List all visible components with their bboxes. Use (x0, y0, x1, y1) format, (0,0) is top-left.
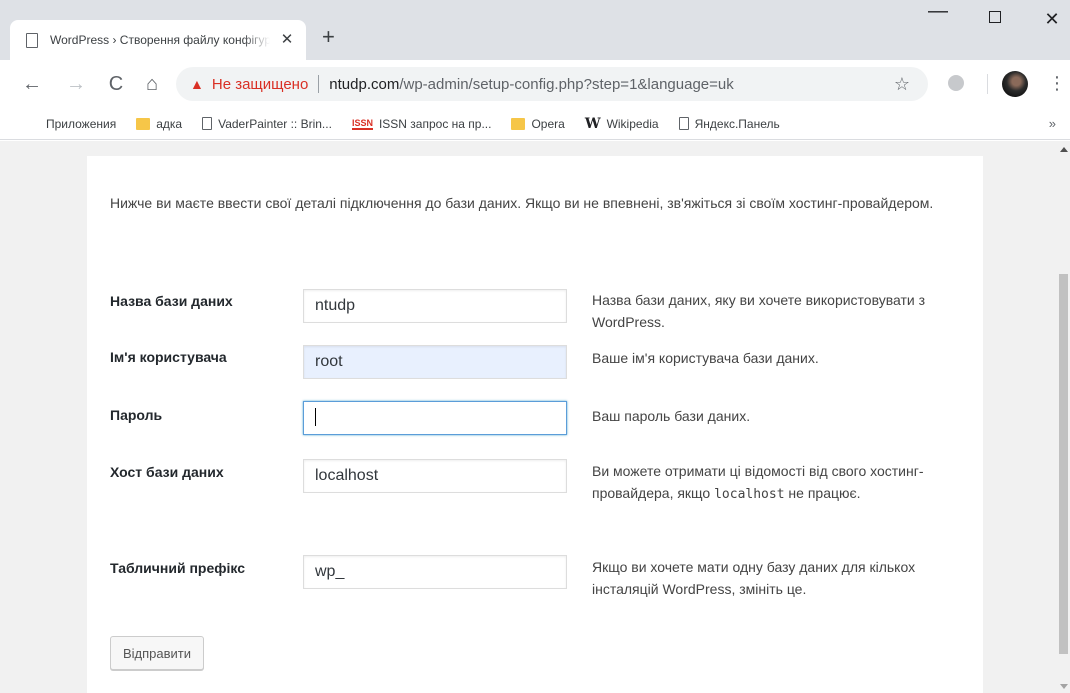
localhost-code: localhost (714, 487, 785, 502)
bookmark-apps[interactable]: Приложения (26, 117, 116, 131)
address-bar[interactable]: ▲ Не защищено ntudp.com/wp-admin/setup-c… (176, 67, 928, 101)
page-icon (202, 117, 213, 130)
intro-text: Нижче ви маєте ввести свої деталі підклю… (110, 195, 934, 211)
dbhost-help-text-end: не працює. (784, 485, 861, 501)
browser-titlebar: WordPress › Створення файлу конфігурації… (0, 0, 1070, 60)
bookmark-label: Wikipedia (606, 116, 659, 131)
dbname-label: Назва бази даних (110, 293, 233, 309)
maximize-icon (989, 11, 1001, 23)
home-icon[interactable]: ⌂ (140, 73, 164, 95)
dbname-help: Назва бази даних, яку ви хочете використ… (592, 292, 926, 330)
submit-button[interactable]: Відправити (110, 636, 205, 670)
page-icon (26, 32, 38, 48)
browser-toolbar: ← → C ⌂ ▲ Не защищено ntudp.com/wp-admin… (0, 60, 1070, 108)
omnibox-divider (318, 75, 320, 93)
prefix-help: Якщо ви хочете мати одну базу даних для … (592, 559, 916, 597)
wikipedia-icon: W (584, 115, 601, 132)
browser-tab[interactable]: WordPress › Створення файлу конфігурації… (10, 20, 306, 60)
page-icon (678, 117, 689, 130)
bookmark-label: Яндекс.Панель (694, 116, 780, 131)
scroll-down-arrow-icon[interactable] (1060, 684, 1068, 689)
bookmark-wikipedia[interactable]: W Wikipedia (585, 116, 659, 132)
page-scrollbar[interactable] (1057, 141, 1070, 693)
password-label: Пароль (110, 407, 163, 423)
bookmarks-overflow-icon[interactable]: » (1049, 116, 1056, 131)
back-arrow-icon[interactable]: ← (20, 73, 44, 95)
bookmark-folder-opera[interactable]: Opera (511, 116, 565, 131)
security-status[interactable]: Не защищено (212, 76, 308, 93)
scroll-up-arrow-icon[interactable] (1060, 147, 1068, 152)
warning-icon[interactable]: ▲ (190, 76, 204, 92)
menu-kebab-icon[interactable]: ⋮ (1048, 70, 1066, 96)
dbhost-help: Ви можете отримати ці відомості від свог… (592, 460, 932, 506)
bookmark-vaderpainter[interactable]: VaderPainter :: Brin... (202, 117, 332, 131)
folder-icon (136, 117, 151, 130)
scrollbar-thumb[interactable] (1059, 274, 1068, 654)
bookmark-label: адка (156, 116, 183, 131)
dbhost-label: Хост бази даних (110, 464, 224, 480)
forward-arrow-icon[interactable]: → (64, 73, 88, 95)
toolbar-divider (987, 74, 988, 94)
dbhost-input[interactable] (303, 459, 567, 493)
bookmark-folder-adka[interactable]: адка (136, 117, 182, 131)
reload-icon[interactable]: C (104, 73, 128, 95)
folder-icon (511, 117, 526, 130)
new-tab-button[interactable]: + (322, 26, 335, 48)
password-help: Ваш пароль бази даних. (592, 408, 751, 424)
bookmark-label: VaderPainter :: Brin... (218, 116, 332, 131)
username-help: Ваше ім'я користувача бази даних. (592, 350, 819, 366)
close-tab-icon[interactable]: ✕ (278, 31, 296, 49)
username-input[interactable] (303, 345, 567, 379)
bookmark-label: Приложения (46, 116, 117, 131)
url-host[interactable]: ntudp.com (329, 76, 399, 93)
prefix-input[interactable] (303, 555, 567, 589)
setup-form-card: Нижче ви маєте ввести свої деталі підклю… (87, 156, 983, 693)
bookmark-star-icon[interactable]: ☆ (894, 74, 910, 95)
extension-globe-icon[interactable] (948, 75, 964, 91)
minimize-button[interactable]: — (918, 0, 958, 23)
dbname-input[interactable] (303, 289, 567, 323)
bookmark-issn[interactable]: ISSN ISSN запрос на пр... (351, 116, 492, 131)
close-window-button[interactable]: ✕ (1032, 9, 1070, 30)
bookmarks-bar: Приложения адка VaderPainter :: Brin... … (0, 108, 1070, 140)
profile-avatar[interactable] (1002, 71, 1028, 97)
prefix-label: Табличний префікс (110, 560, 246, 576)
username-label: Ім'я користувача (110, 349, 227, 365)
bookmark-label: Opera (531, 116, 565, 131)
page-viewport: Нижче ви маєте ввести свої деталі підклю… (0, 141, 1070, 693)
bookmark-yandex[interactable]: Яндекс.Панель (678, 116, 780, 131)
apps-grid-icon (26, 117, 40, 131)
bookmark-label: ISSN запрос на пр... (378, 116, 492, 131)
issn-icon: ISSN (351, 117, 373, 130)
maximize-button[interactable] (975, 10, 1015, 28)
text-caret (315, 408, 316, 426)
password-input[interactable] (303, 401, 567, 435)
tab-title: WordPress › Створення файлу конфігурації (50, 33, 270, 47)
url-path[interactable]: /wp-admin/setup-config.php?step=1&langua… (399, 76, 733, 93)
